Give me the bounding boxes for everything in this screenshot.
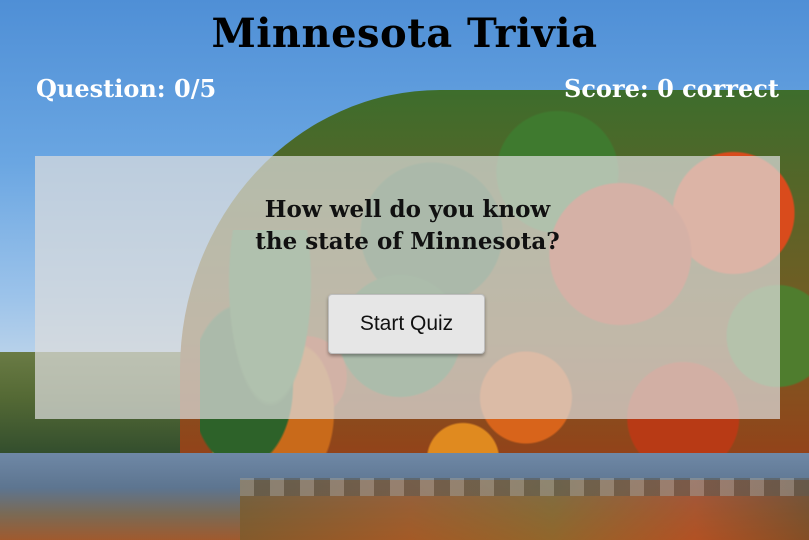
intro-prompt: How well do you know the state of Minnes… [35,194,780,258]
start-quiz-button[interactable]: Start Quiz [328,294,485,354]
score-counter: Score: 0 correct [563,74,779,103]
question-counter: Question: 0/5 [36,74,217,103]
intro-card: How well do you know the state of Minnes… [35,156,780,419]
page-title: Minnesota Trivia [211,10,598,57]
intro-prompt-line-2: the state of Minnesota? [255,228,560,255]
intro-prompt-line-1: How well do you know [264,196,551,223]
shoreline-rocks [240,478,809,496]
